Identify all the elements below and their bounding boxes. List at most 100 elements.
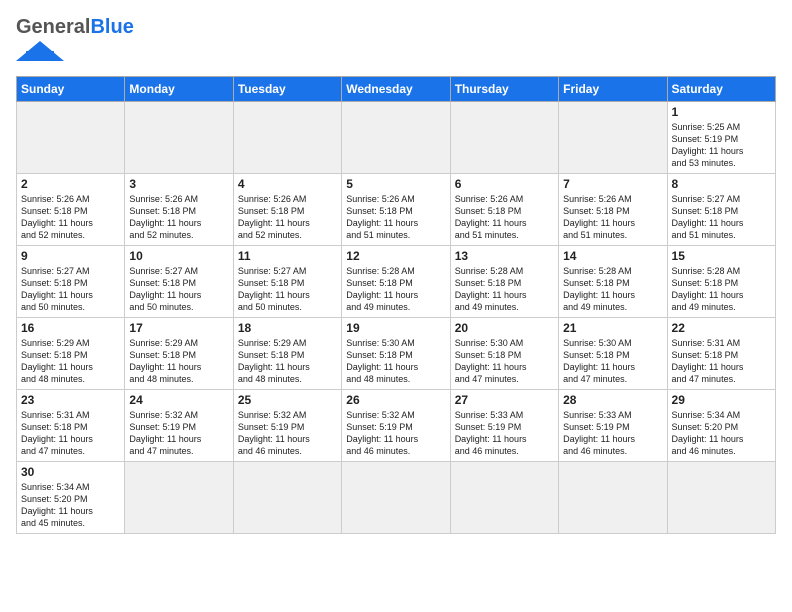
- calendar-cell: 26 Sunrise: 5:32 AM Sunset: 5:19 PM Dayli…: [342, 390, 450, 462]
- calendar-cell: 24Sunrise: 5:32 AM Sunset: 5:19 PM Dayli…: [125, 390, 233, 462]
- calendar-cell: 18 Sunrise: 5:29 AM Sunset: 5:18 PM Dayli…: [233, 318, 341, 390]
- calendar-cell: 13Sunrise: 5:28 AM Sunset: 5:18 PM Dayli…: [450, 246, 558, 318]
- calendar-cell: 3 Sunrise: 5:26 AM Sunset: 5:18 PM Daylig…: [125, 174, 233, 246]
- day-number: 7: [563, 177, 662, 191]
- logo: General Blue: [16, 16, 134, 66]
- calendar-cell: 27 Sunrise: 5:33 AM Sunset: 5:19 PM Dayli…: [450, 390, 558, 462]
- weekday-monday: Monday: [125, 77, 233, 102]
- weekday-header-row: SundayMondayTuesdayWednesdayThursdayFrid…: [17, 77, 776, 102]
- calendar-cell: 25Sunrise: 5:32 AM Sunset: 5:19 PM Dayli…: [233, 390, 341, 462]
- page-header: General Blue: [16, 16, 776, 66]
- weekday-friday: Friday: [559, 77, 667, 102]
- day-number: 11: [238, 249, 337, 263]
- day-info: Sunrise: 5:28 AM Sunset: 5:18 PM Dayligh…: [563, 265, 662, 314]
- calendar-cell: 2 Sunrise: 5:26 AM Sunset: 5:18 PM Daylig…: [17, 174, 125, 246]
- calendar-cell: [342, 102, 450, 174]
- day-number: 10: [129, 249, 228, 263]
- day-info: Sunrise: 5:27 AM Sunset: 5:18 PM Dayligh…: [129, 265, 228, 314]
- calendar-cell: [667, 462, 775, 534]
- day-info: Sunrise: 5:33 AM Sunset: 5:19 PM Dayligh…: [563, 409, 662, 458]
- logo-icon: [16, 41, 64, 66]
- calendar-cell: 14Sunrise: 5:28 AM Sunset: 5:18 PM Dayli…: [559, 246, 667, 318]
- calendar-cell: [559, 102, 667, 174]
- calendar-body: 1 Sunrise: 5:25 AM Sunset: 5:19 PM Daylig…: [17, 102, 776, 534]
- calendar-cell: 28 Sunrise: 5:33 AM Sunset: 5:19 PM Dayli…: [559, 390, 667, 462]
- calendar-table: SundayMondayTuesdayWednesdayThursdayFrid…: [16, 76, 776, 534]
- calendar-cell: [559, 462, 667, 534]
- calendar-cell: 21 Sunrise: 5:30 AM Sunset: 5:18 PM Dayli…: [559, 318, 667, 390]
- calendar-cell: 5 Sunrise: 5:26 AM Sunset: 5:18 PM Daylig…: [342, 174, 450, 246]
- calendar-cell: 10 Sunrise: 5:27 AM Sunset: 5:18 PM Dayli…: [125, 246, 233, 318]
- day-number: 25: [238, 393, 337, 407]
- day-number: 12: [346, 249, 445, 263]
- day-info: Sunrise: 5:26 AM Sunset: 5:18 PM Dayligh…: [346, 193, 445, 242]
- day-info: Sunrise: 5:34 AM Sunset: 5:20 PM Dayligh…: [21, 481, 120, 530]
- day-info: Sunrise: 5:26 AM Sunset: 5:18 PM Dayligh…: [129, 193, 228, 242]
- calendar-cell: 6 Sunrise: 5:26 AM Sunset: 5:18 PM Daylig…: [450, 174, 558, 246]
- day-info: Sunrise: 5:34 AM Sunset: 5:20 PM Dayligh…: [672, 409, 771, 458]
- calendar-cell: [233, 102, 341, 174]
- calendar-cell: [342, 462, 450, 534]
- weekday-sunday: Sunday: [17, 77, 125, 102]
- day-number: 28: [563, 393, 662, 407]
- calendar-cell: 29Sunrise: 5:34 AM Sunset: 5:20 PM Dayli…: [667, 390, 775, 462]
- day-number: 16: [21, 321, 120, 335]
- day-info: Sunrise: 5:28 AM Sunset: 5:18 PM Dayligh…: [346, 265, 445, 314]
- day-info: Sunrise: 5:26 AM Sunset: 5:18 PM Dayligh…: [563, 193, 662, 242]
- day-number: 1: [672, 105, 771, 119]
- day-info: Sunrise: 5:30 AM Sunset: 5:18 PM Dayligh…: [455, 337, 554, 386]
- weekday-thursday: Thursday: [450, 77, 558, 102]
- day-number: 2: [21, 177, 120, 191]
- day-number: 27: [455, 393, 554, 407]
- day-number: 6: [455, 177, 554, 191]
- calendar-cell: [450, 462, 558, 534]
- calendar-cell: 4 Sunrise: 5:26 AM Sunset: 5:18 PM Daylig…: [233, 174, 341, 246]
- calendar-cell: 15Sunrise: 5:28 AM Sunset: 5:18 PM Dayli…: [667, 246, 775, 318]
- day-number: 23: [21, 393, 120, 407]
- logo-text: General: [16, 16, 90, 39]
- day-info: Sunrise: 5:31 AM Sunset: 5:18 PM Dayligh…: [672, 337, 771, 386]
- day-number: 26: [346, 393, 445, 407]
- day-number: 4: [238, 177, 337, 191]
- day-info: Sunrise: 5:29 AM Sunset: 5:18 PM Dayligh…: [238, 337, 337, 386]
- calendar-cell: 23Sunrise: 5:31 AM Sunset: 5:18 PM Dayli…: [17, 390, 125, 462]
- weekday-wednesday: Wednesday: [342, 77, 450, 102]
- day-info: Sunrise: 5:26 AM Sunset: 5:18 PM Dayligh…: [455, 193, 554, 242]
- day-info: Sunrise: 5:30 AM Sunset: 5:18 PM Dayligh…: [346, 337, 445, 386]
- calendar-cell: 17Sunrise: 5:29 AM Sunset: 5:18 PM Dayli…: [125, 318, 233, 390]
- calendar-cell: 19Sunrise: 5:30 AM Sunset: 5:18 PM Dayli…: [342, 318, 450, 390]
- day-info: Sunrise: 5:32 AM Sunset: 5:19 PM Dayligh…: [346, 409, 445, 458]
- calendar-cell: 12 Sunrise: 5:28 AM Sunset: 5:18 PM Dayli…: [342, 246, 450, 318]
- day-info: Sunrise: 5:25 AM Sunset: 5:19 PM Dayligh…: [672, 121, 771, 170]
- day-number: 20: [455, 321, 554, 335]
- day-number: 3: [129, 177, 228, 191]
- day-number: 22: [672, 321, 771, 335]
- calendar-cell: 1 Sunrise: 5:25 AM Sunset: 5:19 PM Daylig…: [667, 102, 775, 174]
- calendar-cell: 8 Sunrise: 5:27 AM Sunset: 5:18 PM Daylig…: [667, 174, 775, 246]
- day-info: Sunrise: 5:29 AM Sunset: 5:18 PM Dayligh…: [21, 337, 120, 386]
- day-number: 13: [455, 249, 554, 263]
- day-number: 18: [238, 321, 337, 335]
- day-number: 30: [21, 465, 120, 479]
- day-info: Sunrise: 5:26 AM Sunset: 5:18 PM Dayligh…: [238, 193, 337, 242]
- day-info: Sunrise: 5:26 AM Sunset: 5:18 PM Dayligh…: [21, 193, 120, 242]
- logo-blue-text: Blue: [90, 16, 133, 39]
- calendar-cell: 16 Sunrise: 5:29 AM Sunset: 5:18 PM Dayli…: [17, 318, 125, 390]
- calendar-cell: [233, 462, 341, 534]
- calendar-cell: [450, 102, 558, 174]
- calendar-cell: 20 Sunrise: 5:30 AM Sunset: 5:18 PM Dayli…: [450, 318, 558, 390]
- weekday-tuesday: Tuesday: [233, 77, 341, 102]
- calendar-cell: [125, 462, 233, 534]
- day-number: 8: [672, 177, 771, 191]
- day-info: Sunrise: 5:33 AM Sunset: 5:19 PM Dayligh…: [455, 409, 554, 458]
- calendar-cell: [125, 102, 233, 174]
- day-number: 15: [672, 249, 771, 263]
- calendar-cell: 9Sunrise: 5:27 AM Sunset: 5:18 PM Daylig…: [17, 246, 125, 318]
- day-number: 21: [563, 321, 662, 335]
- day-info: Sunrise: 5:32 AM Sunset: 5:19 PM Dayligh…: [129, 409, 228, 458]
- day-info: Sunrise: 5:29 AM Sunset: 5:18 PM Dayligh…: [129, 337, 228, 386]
- day-info: Sunrise: 5:30 AM Sunset: 5:18 PM Dayligh…: [563, 337, 662, 386]
- day-info: Sunrise: 5:27 AM Sunset: 5:18 PM Dayligh…: [672, 193, 771, 242]
- calendar-cell: 22 Sunrise: 5:31 AM Sunset: 5:18 PM Dayli…: [667, 318, 775, 390]
- day-number: 5: [346, 177, 445, 191]
